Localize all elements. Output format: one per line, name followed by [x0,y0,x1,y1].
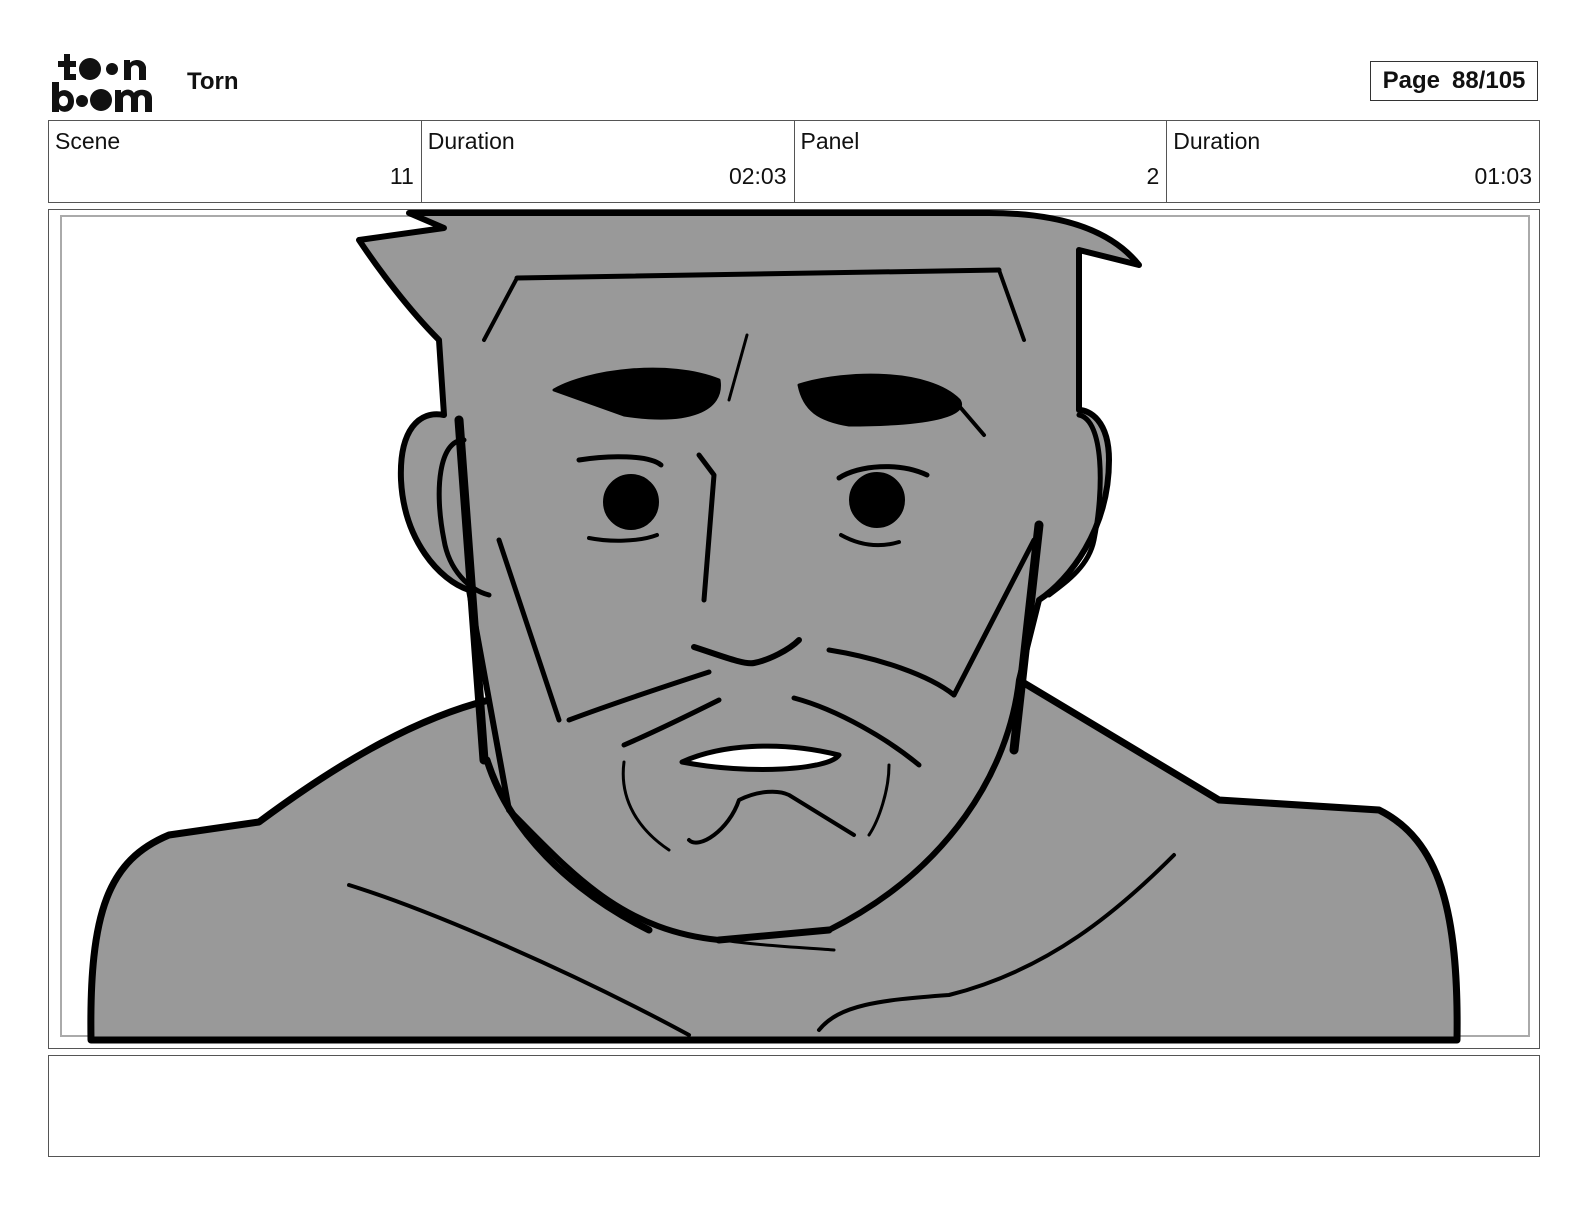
storyboard-panel [48,209,1540,1049]
panel-value: 2 [1146,163,1160,189]
scene-value: 11 [389,163,414,189]
scene-duration-label: Duration [427,128,515,154]
left-eye [603,474,659,530]
storyboard-sketch [60,210,1530,1044]
scene-label: Scene [55,128,121,154]
panel-notes-area [48,1055,1540,1157]
panel-duration-label: Duration [1173,128,1261,154]
page-label: Page [1382,67,1440,94]
scene-cell: Scene 11 [49,121,422,202]
panel-duration-value: 01:03 [1474,163,1532,189]
panel-cell: Panel 2 [795,121,1168,202]
scene-duration-cell: Duration 02:03 [422,121,795,202]
project-title: Torn [187,68,239,95]
toon-boom-logo [52,52,164,112]
panel-duration-cell: Duration 01:03 [1167,121,1539,202]
scene-duration-value: 02:03 [728,163,787,189]
page-number: 88/105 [1451,67,1526,94]
right-eye [849,472,905,528]
page-indicator: Page 88/105 [1370,61,1538,101]
panel-info-row: Scene 11 Duration 02:03 Panel 2 Duration… [48,120,1540,203]
panel-label: Panel [800,128,860,154]
